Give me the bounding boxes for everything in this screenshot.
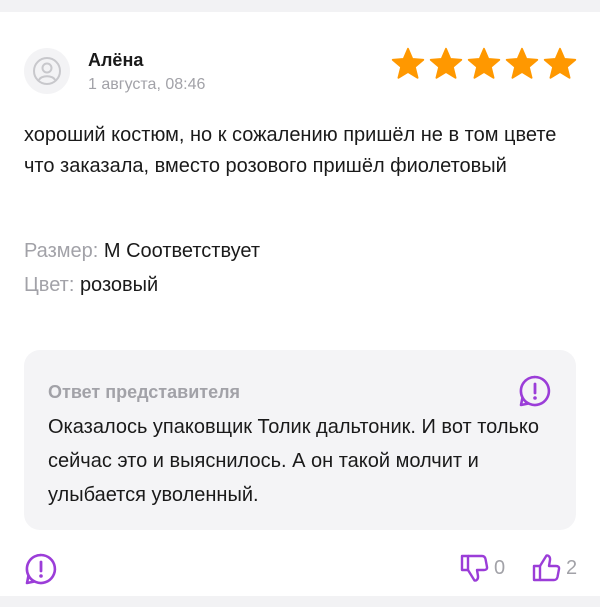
- user-avatar-icon: [33, 57, 61, 85]
- star-icon: [428, 46, 464, 82]
- dislike-button[interactable]: 0: [458, 552, 505, 584]
- thumbs-up-icon: [532, 554, 561, 582]
- star-icon: [466, 46, 502, 82]
- reply-text: Оказалось упаковщик Толик дальтоник. И в…: [48, 416, 540, 506]
- param-size-label: Размер:: [24, 240, 99, 262]
- like-count: 2: [566, 556, 578, 579]
- dislike-count: 0: [494, 556, 506, 579]
- param-size: Размер: M Соответствует: [24, 240, 260, 263]
- reply-title: Ответ представителя: [48, 382, 241, 402]
- param-color: Цвет: розовый: [24, 274, 158, 297]
- review-date: 1 августа, 08:46: [88, 76, 206, 93]
- like-button[interactable]: 2: [530, 552, 577, 584]
- author-name: Алёна: [88, 50, 144, 70]
- param-size-value: M Соответствует: [103, 240, 261, 262]
- avatar: [24, 48, 70, 94]
- review-text: хороший костюм, но к сожалению пришёл не…: [24, 124, 557, 177]
- seller-reply: Ответ представителя Оказалось упаковщик …: [24, 350, 576, 530]
- param-color-value: розовый: [79, 274, 159, 296]
- report-icon: [25, 553, 57, 585]
- param-color-label: Цвет:: [24, 274, 75, 296]
- thumbs-down-icon: [460, 554, 489, 582]
- star-icon: [504, 46, 540, 82]
- review-card: Алёна 1 августа, 08:46 хороший костюм, н…: [0, 12, 600, 596]
- star-icon: [390, 46, 426, 82]
- rating-stars: [390, 46, 578, 82]
- reply-report-icon[interactable]: [518, 374, 552, 413]
- report-button[interactable]: [24, 552, 58, 591]
- star-icon: [542, 46, 578, 82]
